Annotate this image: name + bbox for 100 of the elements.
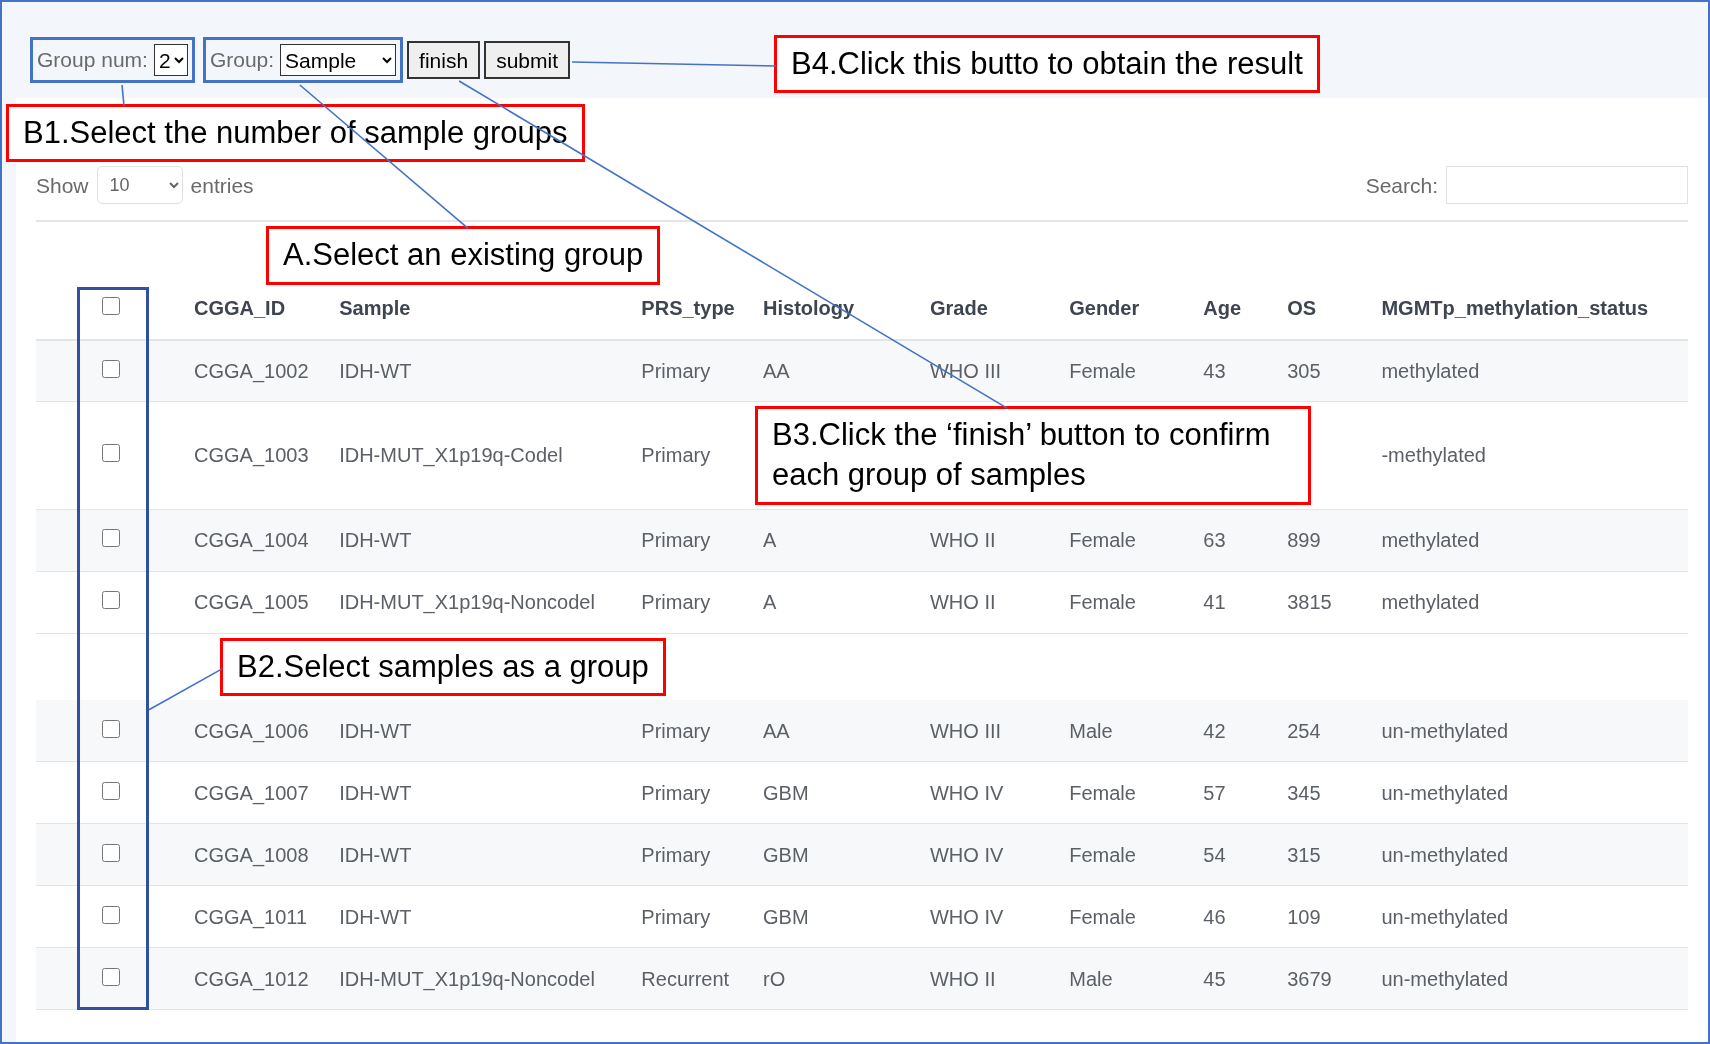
- table-cell: WHO III: [929, 719, 1002, 742]
- table-cell: un-methylated: [1381, 782, 1509, 804]
- table-cell: un-methylated: [1381, 906, 1509, 928]
- search-label: Search:: [1365, 172, 1438, 199]
- table-cell: 43: [1203, 359, 1226, 382]
- table-cell: CGGA_1002: [194, 359, 309, 382]
- table-cell: Female: [1069, 591, 1136, 614]
- table-cell: methylated: [1381, 591, 1480, 614]
- table-cell: A: [763, 529, 777, 552]
- row-checkbox[interactable]: [102, 968, 120, 986]
- table-cell: IDH-WT: [339, 844, 412, 866]
- table-cell: CGGA_1005: [194, 591, 309, 614]
- table-cell: Female: [1069, 529, 1136, 552]
- table-cell: CGGA_1006: [194, 719, 309, 742]
- table-cell: Male: [1069, 968, 1113, 990]
- row-checkbox[interactable]: [102, 782, 120, 800]
- group-select[interactable]: Sample: [280, 44, 397, 76]
- column-header[interactable]: Sample: [331, 288, 634, 340]
- column-header[interactable]: OS: [1279, 288, 1374, 340]
- table-cell: IDH-MUT_X1p19q-Codel: [339, 444, 563, 467]
- table-cell: Primary: [641, 444, 711, 467]
- column-header[interactable]: Age: [1195, 288, 1280, 340]
- table-cell: 41: [1203, 591, 1226, 614]
- table-cell: Primary: [641, 359, 711, 382]
- table-cell: 254: [1287, 719, 1321, 742]
- table-cell: CGGA_1012: [194, 968, 309, 990]
- table-cell: 46: [1203, 906, 1226, 928]
- table-cell: rO: [763, 968, 786, 990]
- table-cell: un-methylated: [1381, 968, 1509, 990]
- row-checkbox[interactable]: [102, 844, 120, 862]
- table-cell: Primary: [641, 906, 711, 928]
- table-cell: 63: [1203, 529, 1226, 552]
- table-cell: 315: [1287, 844, 1321, 866]
- table-cell: Male: [1069, 719, 1113, 742]
- table-cell: 45: [1203, 968, 1226, 990]
- table-cell: IDH-WT: [339, 359, 412, 382]
- table-cell: 57: [1203, 782, 1226, 804]
- row-checkbox[interactable]: [102, 906, 120, 924]
- table-cell: AA: [763, 719, 790, 742]
- table-cell: Female: [1069, 844, 1136, 866]
- table-cell: 305: [1287, 359, 1321, 382]
- table-cell: IDH-WT: [339, 782, 412, 804]
- group-num-label: Group num:: [37, 47, 148, 74]
- table-cell: CGGA_1008: [194, 844, 309, 866]
- table-cell: un-methylated: [1381, 844, 1509, 866]
- table-cell: GBM: [763, 844, 809, 866]
- table-cell: 109: [1287, 906, 1321, 928]
- submit-button[interactable]: submit: [484, 41, 570, 79]
- column-header[interactable]: Grade: [921, 288, 1062, 340]
- table-cell: -methylated: [1381, 444, 1486, 467]
- table-cell: WHO II: [929, 591, 996, 614]
- table-cell: 3815: [1287, 591, 1332, 614]
- row-checkbox[interactable]: [102, 359, 120, 378]
- entries-label: entries: [190, 172, 254, 199]
- table-cell: CGGA_1004: [194, 529, 309, 552]
- table-cell: Recurrent: [641, 968, 730, 990]
- finish-button[interactable]: finish: [407, 41, 481, 79]
- table-cell: Primary: [641, 591, 711, 614]
- table-cell: Primary: [641, 782, 711, 804]
- table-cell: IDH-WT: [339, 719, 412, 742]
- table-cell: GBM: [763, 782, 809, 804]
- table-cell: Female: [1069, 359, 1136, 382]
- callout-label: B2.Select samples as a group: [220, 637, 666, 696]
- table-cell: Primary: [641, 529, 711, 552]
- table-cell: WHO IV: [929, 782, 1004, 804]
- table-cell: CGGA_1011: [194, 906, 308, 928]
- column-header[interactable]: MGMTp_methylation_status: [1373, 288, 1688, 340]
- table-cell: 345: [1287, 782, 1321, 804]
- row-checkbox[interactable]: [102, 591, 120, 610]
- table-cell: AA: [763, 359, 790, 382]
- table-cell: IDH-WT: [339, 529, 412, 552]
- show-label: Show: [36, 172, 89, 199]
- table-cell: Female: [1069, 782, 1136, 804]
- table-cell: un-methylated: [1381, 719, 1509, 742]
- row-checkbox[interactable]: [102, 529, 120, 548]
- table-cell: methylated: [1381, 359, 1480, 382]
- table-cell: WHO II: [929, 529, 996, 552]
- table-cell: 899: [1287, 529, 1321, 552]
- table-cell: 54: [1203, 844, 1226, 866]
- table-cell: Female: [1069, 906, 1136, 928]
- column-header[interactable]: CGGA_ID: [186, 288, 332, 340]
- table-cell: IDH-WT: [339, 906, 412, 928]
- search-field[interactable]: [1446, 166, 1688, 205]
- table-cell: IDH-MUT_X1p19q-Noncodel: [339, 968, 595, 990]
- group-label: Group:: [209, 47, 275, 74]
- table-cell: Primary: [641, 719, 711, 742]
- column-header[interactable]: PRS_type: [633, 288, 755, 340]
- group-num-select[interactable]: 2: [153, 44, 188, 76]
- leader-line: [121, 84, 125, 107]
- table-cell: A: [763, 591, 777, 614]
- table-cell: WHO II: [929, 968, 996, 990]
- row-checkbox[interactable]: [102, 719, 120, 738]
- row-checkbox[interactable]: [102, 444, 120, 463]
- select-all-checkbox[interactable]: [102, 296, 120, 315]
- table-cell: 3679: [1287, 968, 1332, 990]
- table-cell: methylated: [1381, 529, 1480, 552]
- entries-select[interactable]: 10: [96, 166, 183, 205]
- column-header[interactable]: Gender: [1061, 288, 1196, 340]
- table-cell: 42: [1203, 719, 1226, 742]
- table-cell: CGGA_1003: [194, 444, 309, 467]
